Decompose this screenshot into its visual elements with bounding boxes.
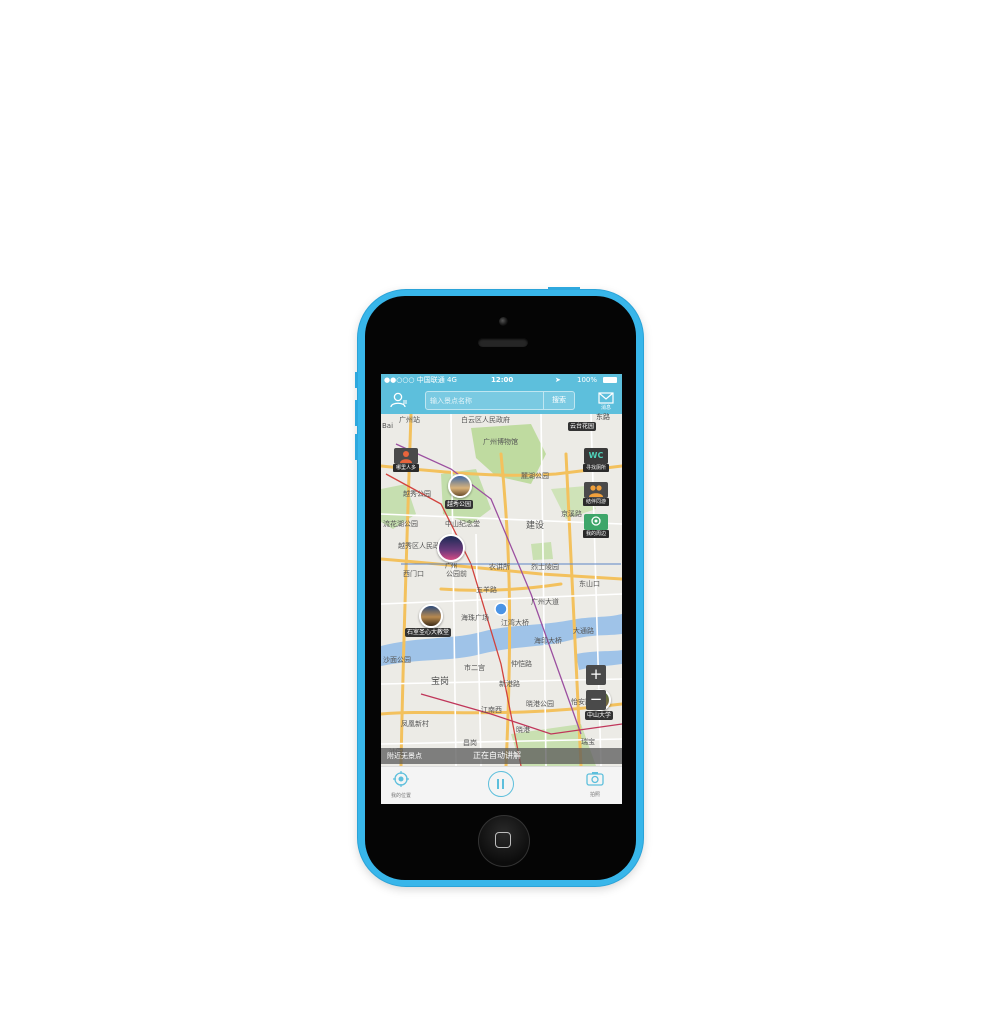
label-haizhu-square: 海珠广场 bbox=[461, 613, 489, 622]
lieshi-park-area bbox=[531, 542, 553, 560]
label-shamian: 沙面公园 bbox=[383, 656, 411, 664]
label-wuyang: 五羊路 bbox=[476, 585, 497, 594]
label-dongfeng: 东路 bbox=[596, 413, 610, 421]
carrier-text: ●●○○○ 中国联通 bbox=[384, 376, 445, 384]
message-button[interactable]: 消息 bbox=[594, 390, 618, 412]
audio-guide-strip: 附近无景点 正在自动讲解 bbox=[381, 748, 622, 764]
label-expo: 广州博物馆 bbox=[483, 437, 518, 446]
battery-percent: 100% bbox=[577, 376, 598, 384]
location-arrow-icon: ➤ bbox=[555, 376, 561, 384]
pin-label: 云台花园 bbox=[568, 422, 597, 431]
camera-icon bbox=[586, 772, 604, 786]
label-xiaogang-park: 晓港公园 bbox=[526, 699, 554, 708]
label-zhongshan-hall: 中山纪念堂 bbox=[445, 519, 480, 528]
label-luhu: 麓湖公园 bbox=[521, 471, 549, 480]
tab-label: 拍照 bbox=[589, 792, 600, 798]
user-icon[interactable] bbox=[390, 392, 408, 408]
tool-label: 哪里人多 bbox=[393, 464, 419, 472]
top-nav-bar: 搜索 消息 bbox=[381, 387, 622, 414]
battery-icon bbox=[603, 377, 617, 383]
tool-label: 结伴同游 bbox=[583, 498, 609, 506]
home-button[interactable] bbox=[478, 815, 530, 867]
tab-camera[interactable]: 拍照 bbox=[586, 771, 604, 798]
current-location-dot bbox=[494, 602, 508, 616]
label-xingang: 新港路 bbox=[499, 679, 520, 688]
nearby-icon bbox=[584, 514, 608, 530]
power-button bbox=[548, 287, 580, 290]
wc-icon: WC bbox=[584, 448, 608, 464]
tool-group-travel[interactable]: 结伴同游 bbox=[583, 482, 609, 506]
home-square-icon bbox=[495, 832, 511, 848]
envelope-icon bbox=[598, 392, 614, 404]
pin-label: 中山大学 bbox=[585, 711, 614, 720]
tab-my-location[interactable]: 我的位置 bbox=[391, 771, 411, 799]
baidu-logo: Bai bbox=[382, 422, 393, 430]
network-text: 4G bbox=[447, 376, 457, 384]
volume-up-button bbox=[355, 400, 358, 426]
pin-label: 石室圣心大教堂 bbox=[405, 628, 452, 637]
status-bar: ●●○○○ 中国联通 4G 12:00 ➤ 100% bbox=[381, 374, 622, 387]
label-gov-baiyun: 白云区人民政府 bbox=[461, 415, 510, 424]
label-liuhua: 流花湖公园 bbox=[383, 519, 418, 528]
label-zhongkai: 仲恺路 bbox=[511, 659, 532, 668]
label-tongde: 广州大道 bbox=[531, 597, 559, 606]
label-jianshe: 建设 bbox=[526, 519, 544, 531]
label-dongqu: 大通路 bbox=[573, 626, 594, 635]
label-nongjiangsuo: 农讲所 bbox=[489, 562, 510, 571]
label-jingxi: 京溪路 bbox=[561, 509, 582, 518]
label-station: 广州站 bbox=[399, 415, 420, 424]
clock-text: 12:00 bbox=[491, 376, 514, 384]
label-yuexiu-park-road: 越秀公园 bbox=[403, 489, 431, 498]
pin-photo bbox=[419, 604, 443, 628]
label-jiangnanxi: 江南西 bbox=[481, 705, 502, 714]
nearby-status-text: 附近无景点 bbox=[387, 752, 422, 760]
locate-icon bbox=[393, 771, 409, 787]
front-camera bbox=[499, 317, 508, 326]
label-changgang: 昌岗 bbox=[463, 739, 477, 747]
tool-crowd[interactable]: 哪里人多 bbox=[393, 448, 419, 472]
app-screen: ●●○○○ 中国联通 4G 12:00 ➤ 100% 搜索 消息 bbox=[381, 374, 622, 804]
tool-find-toilet[interactable]: WC 寻找厕所 bbox=[583, 448, 609, 472]
volume-down-button bbox=[355, 434, 358, 460]
label-ximenkou: 西门口 bbox=[403, 569, 424, 578]
map-view[interactable]: Bai 白云区人民政府 广州博物馆 麓湖公园 广州站 越秀公园 中山纪念堂 建设… bbox=[381, 413, 622, 766]
bottom-tab-bar: 我的位置 拍照 bbox=[381, 766, 622, 804]
pin-label: 广州 bbox=[445, 563, 458, 570]
search-button[interactable]: 搜索 bbox=[543, 392, 574, 409]
label-shier: 市二宫 bbox=[464, 663, 485, 672]
search-bar: 搜索 bbox=[425, 391, 575, 410]
auto-guide-text: 正在自动讲解 bbox=[473, 751, 521, 760]
pin-photo bbox=[437, 534, 465, 562]
label-ruibao: 瑞宝 bbox=[581, 737, 595, 746]
label-jiangwan: 江湾大桥 bbox=[501, 618, 529, 627]
label-xiaogang-station: 晓港 bbox=[516, 725, 530, 734]
crowd-icon bbox=[394, 448, 418, 464]
group-icon bbox=[584, 482, 608, 498]
label-fenghuang: 凤凰新村 bbox=[401, 719, 429, 728]
tool-label: 我的周边 bbox=[583, 530, 609, 538]
zoom-out-button[interactable]: − bbox=[586, 690, 606, 710]
search-input[interactable] bbox=[430, 392, 540, 409]
label-dongshankou: 东山口 bbox=[579, 579, 600, 588]
message-label: 消息 bbox=[600, 405, 611, 411]
label-haiyin: 海印大桥 bbox=[534, 636, 562, 645]
tab-label: 我的位置 bbox=[391, 793, 412, 799]
pin-label: 越秀公园 bbox=[445, 500, 474, 509]
zoom-in-button[interactable]: + bbox=[586, 665, 606, 685]
mute-switch bbox=[355, 372, 358, 388]
tool-label: 寻找厕所 bbox=[583, 464, 609, 472]
label-baogang: 宝岗 bbox=[431, 675, 449, 687]
tool-nearby[interactable]: 我的周边 bbox=[583, 514, 609, 538]
earpiece-speaker bbox=[478, 338, 528, 347]
pause-button[interactable] bbox=[488, 771, 514, 797]
pin-photo bbox=[448, 474, 472, 498]
label-lieshi: 烈士陵园 bbox=[531, 562, 559, 571]
